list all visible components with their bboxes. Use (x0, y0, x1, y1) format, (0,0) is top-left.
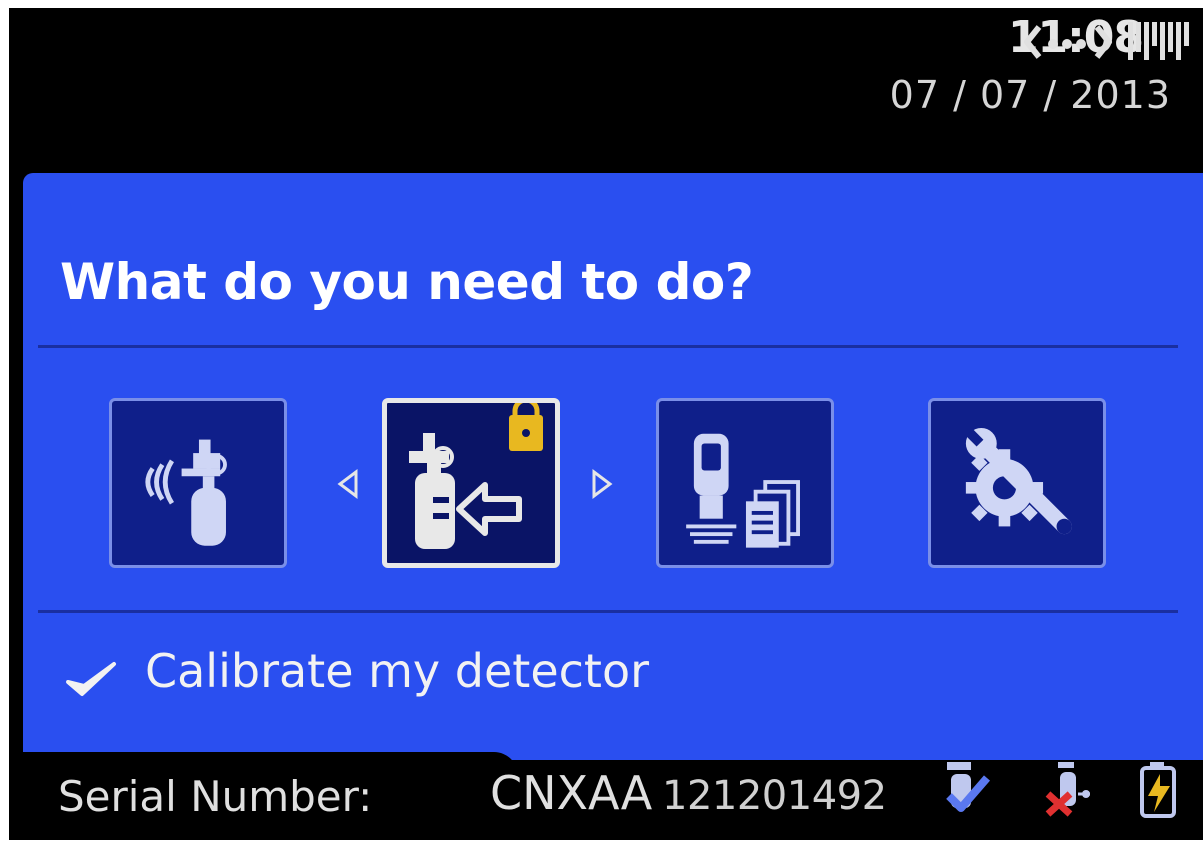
calibration-ok-icon (935, 752, 993, 822)
selected-option-label: Calibrate my detector (145, 644, 650, 698)
settings-icon (965, 428, 1072, 535)
calibrate-cylinder-icon (409, 403, 543, 549)
serial-number-value: 121201492 (662, 773, 887, 819)
battery-icon (1132, 752, 1190, 822)
connection-dots-icon (1023, 21, 1115, 63)
date: 07 / 07 / 2013 (889, 73, 1171, 117)
page-title: What do you need to do? (60, 253, 754, 311)
divider (38, 345, 1178, 348)
checkmark-icon (64, 658, 118, 700)
serial-number-label: Serial Number: (58, 772, 373, 821)
bump-failed-icon (1040, 752, 1098, 822)
previous-arrow[interactable] (336, 469, 360, 499)
next-arrow[interactable] (590, 469, 614, 499)
serial-prefix: CNXAA (490, 766, 653, 820)
tile-calibrate[interactable] (382, 398, 560, 568)
datalog-icon (686, 433, 800, 548)
signal-strength-icon (1126, 18, 1192, 64)
tile-wireless-detector[interactable] (109, 398, 287, 568)
footer-strip (9, 752, 489, 772)
wireless-detector-icon (145, 439, 227, 546)
tile-datalog[interactable] (656, 398, 834, 568)
divider (38, 610, 1178, 613)
tile-settings[interactable] (928, 398, 1106, 568)
